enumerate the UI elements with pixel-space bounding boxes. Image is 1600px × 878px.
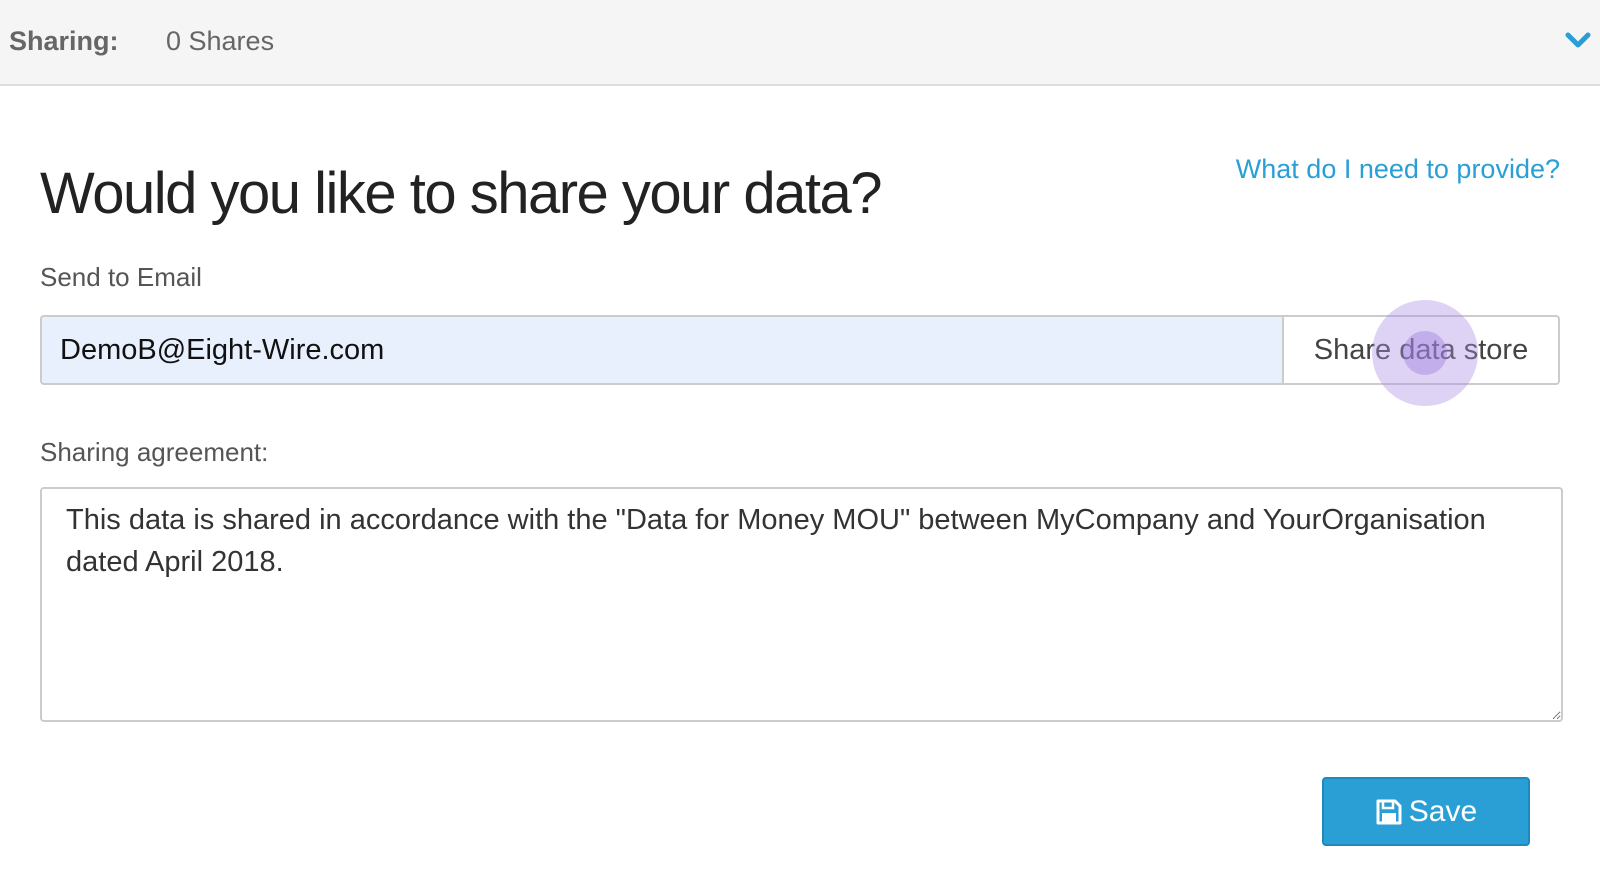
save-button[interactable]: Save <box>1322 777 1530 846</box>
page-title: Would you like to share your data? <box>40 161 883 226</box>
sharing-panel-header[interactable]: Sharing: 0 Shares <box>0 0 1600 86</box>
send-to-email-label: Send to Email <box>40 262 202 292</box>
share-data-store-button[interactable]: Share data store <box>1282 315 1560 385</box>
sharing-agreement-label: Sharing agreement: <box>40 437 269 467</box>
shares-count: 0 Shares <box>166 26 275 56</box>
email-field[interactable] <box>40 315 1282 385</box>
chevron-down-icon[interactable] <box>1564 26 1592 54</box>
sharing-page: Sharing: 0 Shares What do I need to prov… <box>0 0 1600 878</box>
floppy-disk-icon <box>1376 799 1402 824</box>
save-button-label: Save <box>1408 794 1478 828</box>
sharing-agreement-textarea[interactable]: This data is shared in accordance with t… <box>40 487 1563 722</box>
email-input-group: Share data store <box>40 315 1560 385</box>
help-link[interactable]: What do I need to provide? <box>1236 152 1560 186</box>
sharing-label: Sharing: <box>9 26 119 56</box>
